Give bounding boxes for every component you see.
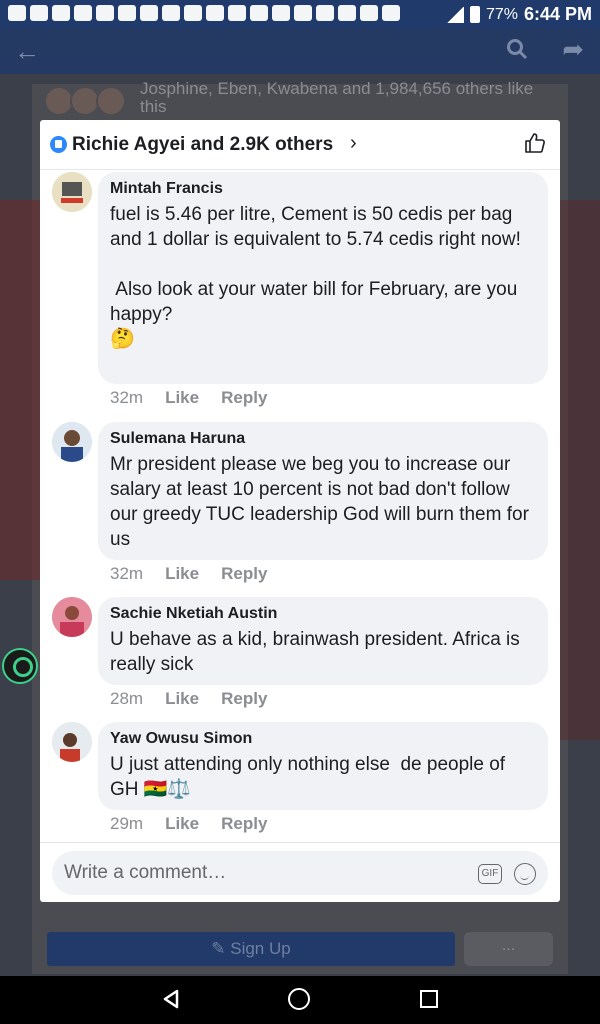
gif-icon[interactable]: GIF	[478, 864, 502, 884]
system-nav-bar	[0, 976, 600, 1024]
reactions-summary[interactable]: Richie Agyei and 2.9K others	[72, 134, 333, 156]
comment-text: U just attending only nothing else de pe…	[110, 754, 511, 800]
notification-icon	[140, 5, 158, 21]
more-options-button[interactable]: ...	[464, 932, 553, 966]
notification-icon	[294, 5, 312, 21]
avatar[interactable]	[52, 597, 92, 637]
comment-actions: 32m Like Reply	[110, 388, 267, 408]
thumbs-up-icon[interactable]	[524, 132, 546, 154]
comment-time: 32m	[110, 564, 144, 583]
signal-icon	[445, 6, 464, 23]
battery-icon	[469, 6, 480, 23]
comment-author[interactable]: Yaw Owusu Simon	[110, 730, 536, 748]
comment-author[interactable]: Sachie Nketiah Austin	[110, 605, 536, 623]
comment-composer: Write a comment… GIF	[40, 842, 560, 902]
avatar[interactable]	[52, 172, 92, 212]
nav-back-icon[interactable]	[160, 988, 182, 1010]
notification-icon	[338, 5, 356, 21]
reply-link[interactable]: Reply	[221, 814, 267, 834]
notification-icon	[316, 5, 334, 21]
notification-icon	[30, 5, 48, 21]
dialog-header[interactable]: Richie Agyei and 2.9K others ›	[40, 120, 560, 170]
status-bar: 77% 6:44 PM	[0, 0, 600, 28]
background-image	[0, 200, 40, 580]
notification-icon	[360, 5, 378, 21]
reactions-comments-dialog: Richie Agyei and 2.9K others › Mintah Fr…	[40, 120, 560, 902]
notification-icon	[52, 5, 70, 21]
comment-bubble: Mintah Francis fuel is 5.46 per litre, C…	[98, 172, 548, 384]
reply-link[interactable]: Reply	[221, 388, 267, 408]
reply-link[interactable]: Reply	[221, 689, 267, 709]
comment-text: fuel is 5.46 per litre, Cement is 50 ced…	[110, 204, 521, 325]
comment-time: 32m	[110, 388, 144, 407]
avatar-image	[52, 422, 92, 462]
like-link[interactable]: Like	[165, 564, 199, 584]
avatar-image	[52, 722, 92, 762]
emoji-icon[interactable]	[514, 863, 536, 885]
nav-home-icon[interactable]	[288, 988, 310, 1010]
avatar-image	[52, 172, 92, 212]
app-bar: ← ➦	[0, 28, 600, 74]
comment-bubble: Sachie Nketiah Austin U behave as a kid,…	[98, 597, 548, 685]
avatar[interactable]	[52, 422, 92, 462]
comment-author[interactable]: Sulemana Haruna	[110, 430, 536, 448]
notification-icon	[74, 5, 92, 21]
comment-actions: 29m Like Reply	[110, 814, 267, 834]
avatar-image	[52, 597, 92, 637]
comment-bubble: Yaw Owusu Simon U just attending only no…	[98, 722, 548, 810]
comment-actions: 32m Like Reply	[110, 564, 267, 584]
background-image	[560, 200, 600, 740]
notification-icon	[272, 5, 290, 21]
pencil-icon: ✎	[211, 939, 231, 958]
battery-level: 77%	[485, 5, 518, 23]
reply-link[interactable]: Reply	[221, 564, 267, 584]
comment-text: Mr president please we beg you to increa…	[110, 454, 535, 550]
floating-assistant-icon[interactable]	[2, 648, 38, 684]
notification-icon	[228, 5, 246, 21]
notification-icon	[8, 5, 26, 21]
comment-time: 28m	[110, 689, 144, 708]
notification-icon	[382, 5, 400, 21]
notification-icons	[8, 5, 400, 21]
notification-icon	[206, 5, 224, 21]
clock: 6:44 PM	[523, 4, 592, 24]
share-icon[interactable]: ➦	[562, 34, 584, 65]
likes-summary: Josphine, Eben, Kwabena and 1,984,656 ot…	[140, 79, 534, 116]
notification-icon	[118, 5, 136, 21]
back-arrow-icon[interactable]: ←	[14, 36, 40, 67]
like-link[interactable]: Like	[165, 689, 199, 709]
like-link[interactable]: Like	[165, 388, 199, 408]
sign-up-label: Sign Up	[230, 939, 291, 958]
chevron-right-icon[interactable]: ›	[350, 132, 357, 155]
comment-actions: 28m Like Reply	[110, 689, 267, 709]
comment-author[interactable]: Mintah Francis	[110, 180, 536, 198]
comment-input[interactable]: Write a comment… GIF	[52, 851, 548, 895]
sign-up-button[interactable]: ✎ Sign Up	[47, 932, 455, 966]
search-icon[interactable]	[506, 38, 528, 60]
like-link[interactable]: Like	[165, 814, 199, 834]
notification-icon	[96, 5, 114, 21]
like-reaction-icon	[50, 136, 67, 153]
notification-icon	[162, 5, 180, 21]
comment-time: 29m	[110, 814, 144, 833]
comment-text: U behave as a kid, brainwash president. …	[110, 629, 526, 675]
comment-placeholder: Write a comment…	[64, 862, 227, 883]
notification-icon	[184, 5, 202, 21]
thinking-face-emoji: 🤔	[110, 328, 135, 350]
comment-bubble: Sulemana Haruna Mr president please we b…	[98, 422, 548, 560]
avatar[interactable]	[52, 722, 92, 762]
notification-icon	[250, 5, 268, 21]
comment-list[interactable]: Mintah Francis fuel is 5.46 per litre, C…	[40, 170, 560, 842]
nav-recents-icon[interactable]	[420, 990, 438, 1008]
avatar	[96, 86, 126, 116]
